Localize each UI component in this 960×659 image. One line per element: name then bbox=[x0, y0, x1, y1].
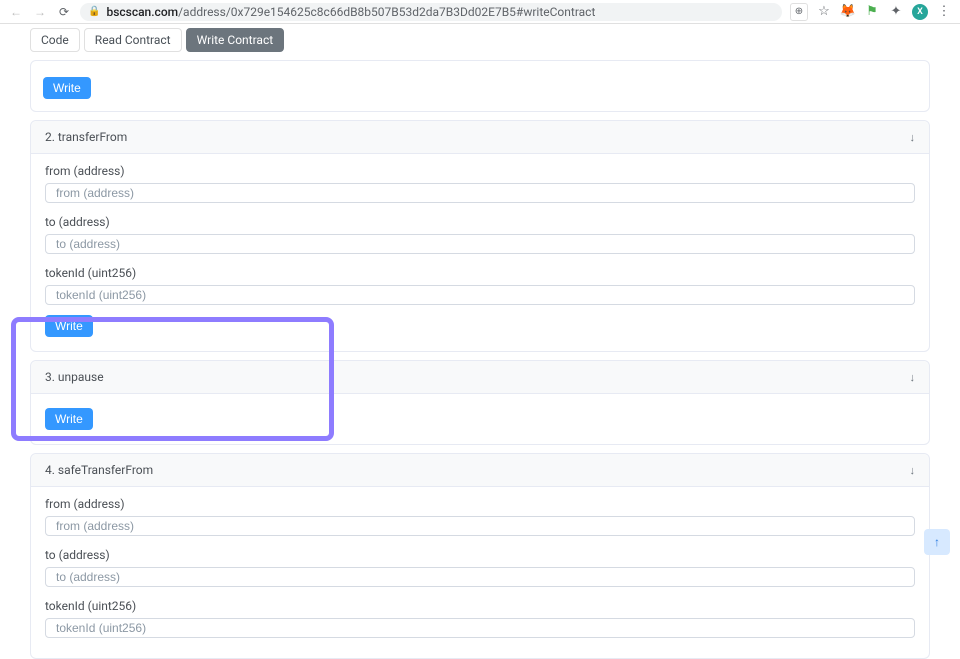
metamask-icon[interactable]: 🦊 bbox=[840, 4, 856, 20]
section-header-safetransferfrom[interactable]: 4. safeTransferFrom ↓ bbox=[31, 454, 929, 487]
section-header-unpause[interactable]: 3. unpause ↓ bbox=[31, 361, 929, 394]
tab-code[interactable]: Code bbox=[30, 28, 80, 52]
chevron-down-icon: ↓ bbox=[910, 131, 916, 144]
translate-icon[interactable]: ⊕ bbox=[790, 3, 808, 21]
field-label-from: from (address) bbox=[45, 497, 915, 511]
contract-section-unpause: 3. unpause ↓ Write bbox=[30, 360, 930, 445]
scroll-to-top-button[interactable]: ↑ bbox=[924, 529, 950, 555]
section-title: 2. transferFrom bbox=[45, 130, 127, 144]
avatar-letter: X bbox=[917, 7, 923, 17]
url-path: /address/0x729e154625c8c66dB8b507B53d2da… bbox=[178, 5, 595, 19]
menu-dots-icon[interactable]: ⋮ bbox=[936, 4, 952, 20]
write-button[interactable]: Write bbox=[45, 408, 93, 430]
section-title: 4. safeTransferFrom bbox=[45, 463, 153, 477]
write-button[interactable]: Write bbox=[45, 315, 93, 337]
chrome-actions: ⊕ ☆ 🦊 ⚑ ✦ X ⋮ bbox=[790, 3, 952, 21]
star-icon[interactable]: ☆ bbox=[816, 4, 832, 20]
arrow-up-icon: ↑ bbox=[934, 535, 940, 549]
from-address-input[interactable] bbox=[45, 183, 915, 203]
tokenid-input[interactable] bbox=[45, 618, 915, 638]
reload-icon[interactable]: ⟳ bbox=[56, 5, 72, 19]
write-button-label: Write bbox=[53, 81, 81, 95]
forward-arrow-icon: → bbox=[32, 5, 48, 19]
field-label-to: to (address) bbox=[45, 548, 915, 562]
browser-toolbar: ← → ⟳ 🔒 bscscan.com/address/0x729e154625… bbox=[0, 0, 960, 24]
write-button-label: Write bbox=[55, 319, 83, 333]
write-button[interactable]: Write bbox=[43, 77, 91, 99]
lock-icon: 🔒 bbox=[88, 6, 100, 17]
section-header-transferfrom[interactable]: 2. transferFrom ↓ bbox=[31, 121, 929, 154]
to-address-input[interactable] bbox=[45, 567, 915, 587]
tab-write-label: Write Contract bbox=[197, 33, 274, 47]
section-title: 3. unpause bbox=[45, 370, 104, 384]
tab-write-contract[interactable]: Write Contract bbox=[186, 28, 285, 52]
field-label-to: to (address) bbox=[45, 215, 915, 229]
tokenid-input[interactable] bbox=[45, 285, 915, 305]
field-label-from: from (address) bbox=[45, 164, 915, 178]
tab-code-label: Code bbox=[41, 33, 69, 47]
from-address-input[interactable] bbox=[45, 516, 915, 536]
to-address-input[interactable] bbox=[45, 234, 915, 254]
contract-section-safetransferfrom: 4. safeTransferFrom ↓ from (address) to … bbox=[30, 453, 930, 659]
contract-tabs: Code Read Contract Write Contract bbox=[30, 28, 930, 52]
extension-flag-icon[interactable]: ⚑ bbox=[864, 4, 880, 20]
contract-section-prev: Write bbox=[30, 60, 930, 112]
avatar[interactable]: X bbox=[912, 4, 928, 20]
address-bar[interactable]: 🔒 bscscan.com/address/0x729e154625c8c66d… bbox=[80, 3, 782, 21]
back-arrow-icon[interactable]: ← bbox=[8, 5, 24, 19]
field-label-tokenid: tokenId (uint256) bbox=[45, 599, 915, 613]
extensions-icon[interactable]: ✦ bbox=[888, 4, 904, 20]
tab-read-label: Read Contract bbox=[95, 33, 171, 47]
chevron-down-icon: ↓ bbox=[910, 371, 916, 384]
chevron-down-icon: ↓ bbox=[910, 464, 916, 477]
tab-read-contract[interactable]: Read Contract bbox=[84, 28, 182, 52]
field-label-tokenid: tokenId (uint256) bbox=[45, 266, 915, 280]
write-button-label: Write bbox=[55, 412, 83, 426]
contract-section-transferfrom: 2. transferFrom ↓ from (address) to (add… bbox=[30, 120, 930, 352]
url-host: bscscan.com bbox=[106, 5, 178, 19]
